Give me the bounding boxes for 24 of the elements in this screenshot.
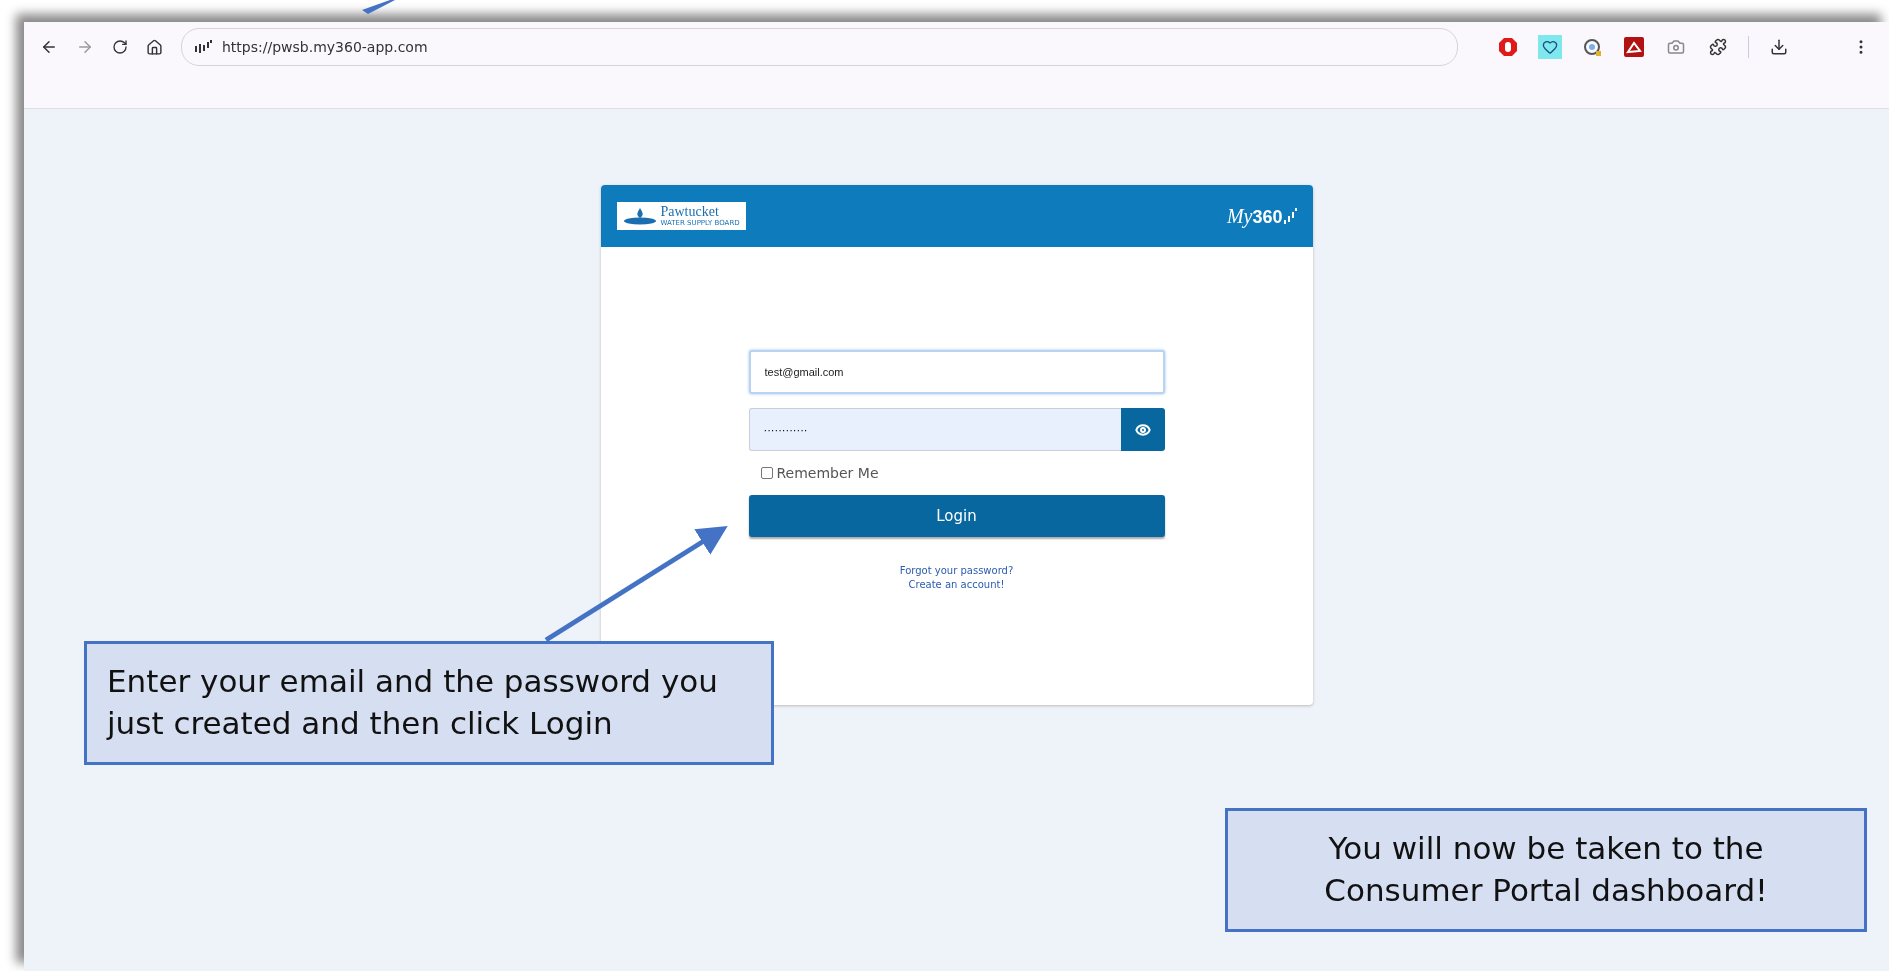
eye-icon <box>1134 421 1151 438</box>
logo-name: Pawtucket <box>660 205 719 219</box>
pdf-icon[interactable] <box>1622 35 1646 59</box>
brand-logo: My360 <box>1226 204 1297 228</box>
remember-checkbox[interactable] <box>760 467 773 479</box>
site-icon <box>194 40 212 54</box>
water-drop-icon <box>622 207 657 225</box>
remember-label: Remember Me <box>776 465 879 481</box>
home-button[interactable] <box>146 38 163 56</box>
account-link[interactable]: Forgot your password? <box>899 565 1014 576</box>
email-field[interactable]: test@gmail.com <box>748 350 1165 394</box>
url-text: https://pwsb.my360-app.com <box>222 39 428 55</box>
callout-text: You will now be taken to the Consumer Portal dashboard! <box>1225 808 1867 932</box>
show-password-button[interactable] <box>1120 408 1165 451</box>
address-bar[interactable]: https://pwsb.my360-app.com <box>181 28 1458 66</box>
reload-button[interactable] <box>112 39 128 55</box>
callout-text: Enter your email and the password you just created and then click Login <box>84 641 774 765</box>
arrow-fragment <box>362 0 395 14</box>
back-button[interactable] <box>40 38 58 56</box>
forward-button[interactable] <box>76 38 94 56</box>
account-link[interactable]: Create an account! <box>908 579 1005 590</box>
stop-sign-icon[interactable] <box>1496 35 1520 59</box>
password-field[interactable]: ············ <box>748 408 1121 451</box>
login-button[interactable]: Login <box>748 495 1165 537</box>
